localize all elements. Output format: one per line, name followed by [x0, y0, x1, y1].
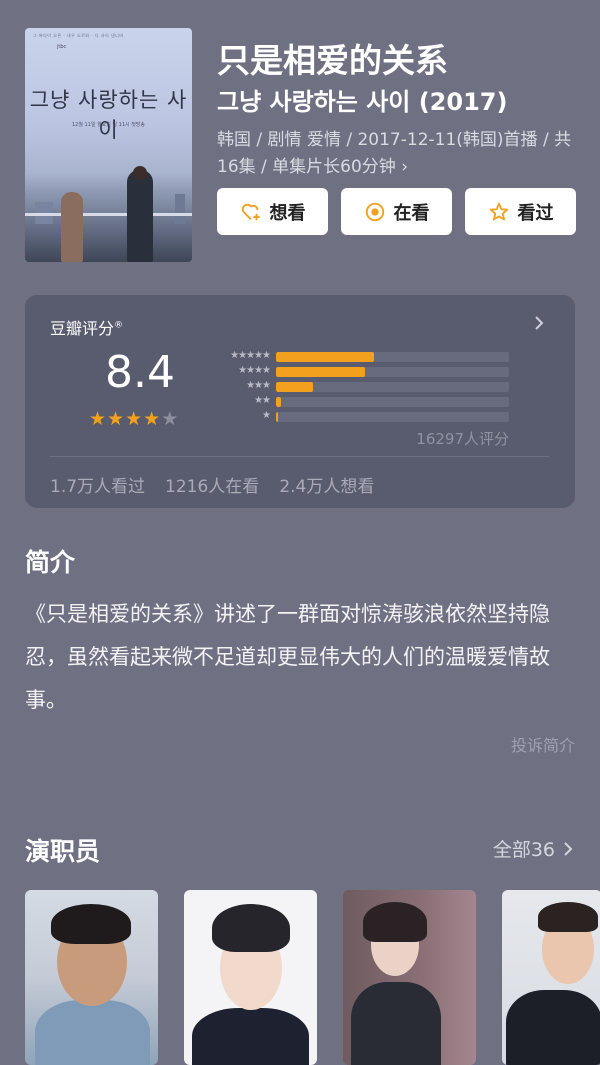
chevron-right-icon[interactable] — [529, 313, 549, 333]
cast-list — [25, 890, 600, 1065]
complain-intro-link[interactable]: 投诉简介 — [511, 732, 575, 756]
action-buttons: 想看 在看 看过 — [217, 188, 576, 235]
rating-star-level-label: ★★★★ — [238, 365, 271, 376]
watching-label: 在看 — [393, 202, 430, 224]
movie-title: 只是相爱的关系 — [217, 41, 448, 80]
rating-distribution-row: ★★★ — [210, 380, 510, 395]
rating-star-level-label: ★★★★★ — [230, 350, 271, 361]
want-to-watch-label: 想看 — [269, 202, 306, 224]
rating-distribution-row: ★★★★★ — [210, 350, 510, 365]
want-to-watch-button[interactable]: 想看 — [217, 188, 328, 235]
want-count[interactable]: 2.4万人想看 — [279, 472, 374, 497]
rating-distribution-row: ★★★★ — [210, 365, 510, 380]
cast-photo[interactable] — [343, 890, 476, 1065]
star-filled-icon: ★ — [107, 408, 125, 430]
rating-score: 8.4 — [105, 347, 175, 398]
rating-star-level-label: ★★★ — [246, 380, 271, 391]
cast-photo[interactable] — [502, 890, 600, 1065]
cast-all-link[interactable]: 全部36 — [493, 835, 575, 862]
target-icon — [365, 202, 384, 221]
intro-text[interactable]: 《只是相爱的关系》讲述了一群面对惊涛骇浪依然坚持隐忍，虽然看起来微不足道却更显伟… — [25, 593, 580, 722]
poster-air-info: 12월 11일 월요일 밤 11시 첫방송 — [71, 122, 146, 128]
cast-photo[interactable] — [25, 890, 158, 1065]
star-empty-icon: ★ — [161, 408, 179, 430]
cast-photo[interactable] — [184, 890, 317, 1065]
poster-network-tag: jtbc — [57, 44, 67, 50]
poster-railing — [25, 213, 192, 216]
movie-meta-info[interactable]: 韩国 / 剧情 爱情 / 2017-12-11(韩国)首播 / 共16集 / 单… — [217, 127, 589, 181]
chevron-right-icon — [564, 841, 573, 856]
star-filled-icon: ★ — [143, 408, 161, 430]
rating-distribution-row: ★★ — [210, 395, 510, 410]
divider — [50, 456, 549, 457]
rating-distribution-row: ★ — [210, 410, 510, 425]
rating-bar-track — [276, 397, 509, 407]
movie-original-title: 그냥 사랑하는 사이 (2017) — [217, 88, 508, 116]
poster-title: 그냥 사랑하는 사이 — [29, 88, 188, 142]
star-filled-icon: ★ — [125, 408, 143, 430]
poster-figure-man — [127, 170, 153, 262]
rating-star-level-label: ★★ — [254, 395, 271, 406]
rating-bar-track — [276, 352, 509, 362]
rating-stars: ★ ★ ★ ★ ★ — [89, 410, 178, 429]
audience-counts: 1.7万人看过 1216人在看 2.4万人想看 — [50, 472, 374, 497]
watched-button[interactable]: 看过 — [465, 188, 576, 235]
poster-top-text: 그 바다이 오픈 · 내우 오르와 · 다 사이 낸니마 — [33, 33, 124, 38]
rating-count: 16297人评分 — [416, 430, 509, 448]
cast-heading: 演职员 — [25, 837, 101, 866]
rating-bar-fill — [276, 412, 278, 422]
intro-heading: 简介 — [25, 548, 76, 577]
rating-star-level-label: ★ — [262, 410, 271, 421]
rating-bar-fill — [276, 382, 314, 392]
douban-rating-card[interactable]: 豆瓣评分® 8.4 ★ ★ ★ ★ ★ ★★★★★ ★★★★ ★★★ ★★ ★ 16297人评分… — [25, 295, 575, 508]
poster-figure-woman — [61, 192, 83, 262]
star-outline-icon — [489, 202, 508, 220]
watched-count[interactable]: 1.7万人看过 — [50, 472, 145, 497]
rating-label: 豆瓣评分® — [50, 319, 124, 338]
poster-image[interactable]: 그 바다이 오픈 · 내우 오르와 · 다 사이 낸니마 jtbc 그냥 사랑하… — [25, 28, 192, 262]
heart-plus-icon — [241, 203, 260, 220]
rating-bar-track — [276, 412, 509, 422]
rating-bar-track — [276, 367, 509, 377]
cast-all-label: 全部36 — [492, 839, 555, 861]
watching-button[interactable]: 在看 — [341, 188, 452, 235]
rating-bar-track — [276, 382, 509, 392]
watching-count[interactable]: 1216人在看 — [165, 472, 259, 497]
rating-bar-fill — [276, 397, 281, 407]
watched-label: 看过 — [517, 202, 554, 224]
rating-distribution: ★★★★★ ★★★★ ★★★ ★★ ★ — [210, 350, 510, 425]
rating-bar-fill — [276, 367, 365, 377]
rating-bar-fill — [276, 352, 374, 362]
star-filled-icon: ★ — [89, 408, 107, 430]
